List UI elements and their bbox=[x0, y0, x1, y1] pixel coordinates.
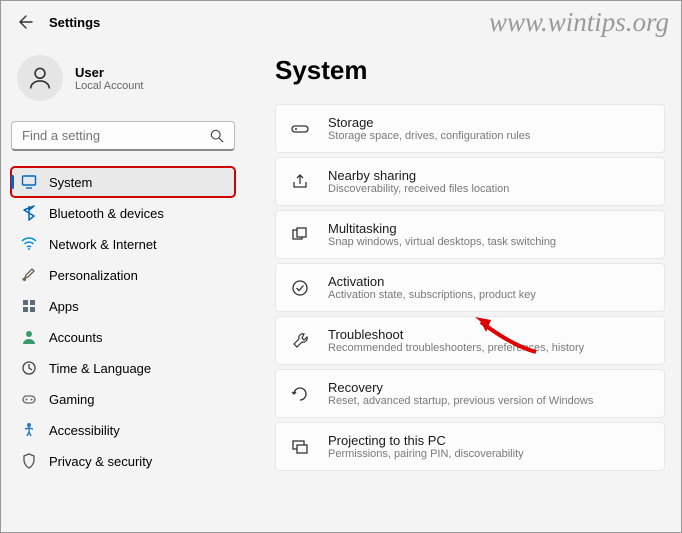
bluetooth-icon bbox=[21, 205, 37, 221]
back-arrow-icon bbox=[18, 14, 34, 30]
avatar bbox=[17, 55, 63, 101]
person-icon bbox=[21, 329, 37, 345]
sidebar-item-network[interactable]: Network & Internet bbox=[11, 229, 235, 259]
card-title: Troubleshoot bbox=[328, 327, 584, 342]
share-icon bbox=[290, 172, 310, 192]
sidebar-item-system[interactable]: System bbox=[11, 167, 235, 197]
card-storage[interactable]: StorageStorage space, drives, configurat… bbox=[275, 104, 665, 153]
sidebar-item-gaming[interactable]: Gaming bbox=[11, 384, 235, 414]
search-input[interactable] bbox=[22, 128, 210, 143]
watermark-text: www.wintips.org bbox=[489, 7, 669, 38]
sidebar-item-label: System bbox=[49, 175, 92, 190]
sidebar-item-accessibility[interactable]: Accessibility bbox=[11, 415, 235, 445]
sidebar-item-label: Accessibility bbox=[49, 423, 120, 438]
card-projecting[interactable]: Projecting to this PCPermissions, pairin… bbox=[275, 422, 665, 471]
check-circle-icon bbox=[290, 278, 310, 298]
sidebar-item-privacy[interactable]: Privacy & security bbox=[11, 446, 235, 476]
sidebar-item-label: Privacy & security bbox=[49, 454, 152, 469]
sidebar-item-label: Bluetooth & devices bbox=[49, 206, 164, 221]
card-recovery[interactable]: RecoveryReset, advanced startup, previou… bbox=[275, 369, 665, 418]
card-sub: Snap windows, virtual desktops, task swi… bbox=[328, 236, 556, 248]
project-icon bbox=[290, 437, 310, 457]
sidebar: User Local Account System Bluetooth & de… bbox=[1, 39, 245, 530]
accessibility-icon bbox=[21, 422, 37, 438]
card-sub: Storage space, drives, configuration rul… bbox=[328, 130, 530, 142]
sidebar-item-bluetooth[interactable]: Bluetooth & devices bbox=[11, 198, 235, 228]
card-title: Activation bbox=[328, 274, 536, 289]
sidebar-item-accounts[interactable]: Accounts bbox=[11, 322, 235, 352]
clock-globe-icon bbox=[21, 360, 37, 376]
back-button[interactable] bbox=[17, 13, 35, 31]
search-icon bbox=[210, 129, 224, 143]
user-account-type: Local Account bbox=[75, 80, 144, 92]
user-name: User bbox=[75, 65, 144, 80]
card-multitasking[interactable]: MultitaskingSnap windows, virtual deskto… bbox=[275, 210, 665, 259]
sidebar-item-label: Personalization bbox=[49, 268, 138, 283]
user-icon bbox=[26, 64, 54, 92]
user-profile[interactable]: User Local Account bbox=[11, 49, 235, 119]
card-title: Multitasking bbox=[328, 221, 556, 236]
card-troubleshoot[interactable]: TroubleshootRecommended troubleshooters,… bbox=[275, 316, 665, 365]
sidebar-item-time-language[interactable]: Time & Language bbox=[11, 353, 235, 383]
paintbrush-icon bbox=[21, 267, 37, 283]
card-sub: Activation state, subscriptions, product… bbox=[328, 289, 536, 301]
sidebar-nav: System Bluetooth & devices Network & Int… bbox=[11, 167, 235, 476]
header-title: Settings bbox=[49, 15, 100, 30]
card-title: Storage bbox=[328, 115, 530, 130]
card-sub: Reset, advanced startup, previous versio… bbox=[328, 395, 593, 407]
gamepad-icon bbox=[21, 391, 37, 407]
storage-icon bbox=[290, 119, 310, 139]
wifi-icon bbox=[21, 236, 37, 252]
sidebar-item-personalization[interactable]: Personalization bbox=[11, 260, 235, 290]
card-sub: Permissions, pairing PIN, discoverabilit… bbox=[328, 448, 524, 460]
sidebar-item-label: Gaming bbox=[49, 392, 95, 407]
monitor-icon bbox=[21, 174, 37, 190]
card-activation[interactable]: ActivationActivation state, subscription… bbox=[275, 263, 665, 312]
card-sub: Discoverability, received files location bbox=[328, 183, 509, 195]
user-info: User Local Account bbox=[75, 65, 144, 92]
card-sub: Recommended troubleshooters, preferences… bbox=[328, 342, 584, 354]
sidebar-item-label: Network & Internet bbox=[49, 237, 157, 252]
sidebar-item-label: Accounts bbox=[49, 330, 102, 345]
sidebar-item-apps[interactable]: Apps bbox=[11, 291, 235, 321]
apps-icon bbox=[21, 298, 37, 314]
sidebar-item-label: Time & Language bbox=[49, 361, 151, 376]
card-title: Recovery bbox=[328, 380, 593, 395]
card-nearby-sharing[interactable]: Nearby sharingDiscoverability, received … bbox=[275, 157, 665, 206]
page-title: System bbox=[275, 55, 665, 86]
card-title: Nearby sharing bbox=[328, 168, 509, 183]
recovery-icon bbox=[290, 384, 310, 404]
shield-icon bbox=[21, 453, 37, 469]
sidebar-item-label: Apps bbox=[49, 299, 79, 314]
wrench-icon bbox=[290, 331, 310, 351]
search-box[interactable] bbox=[11, 121, 235, 151]
card-title: Projecting to this PC bbox=[328, 433, 524, 448]
settings-cards: StorageStorage space, drives, configurat… bbox=[275, 104, 665, 471]
content-area: System StorageStorage space, drives, con… bbox=[245, 39, 681, 530]
multitasking-icon bbox=[290, 225, 310, 245]
